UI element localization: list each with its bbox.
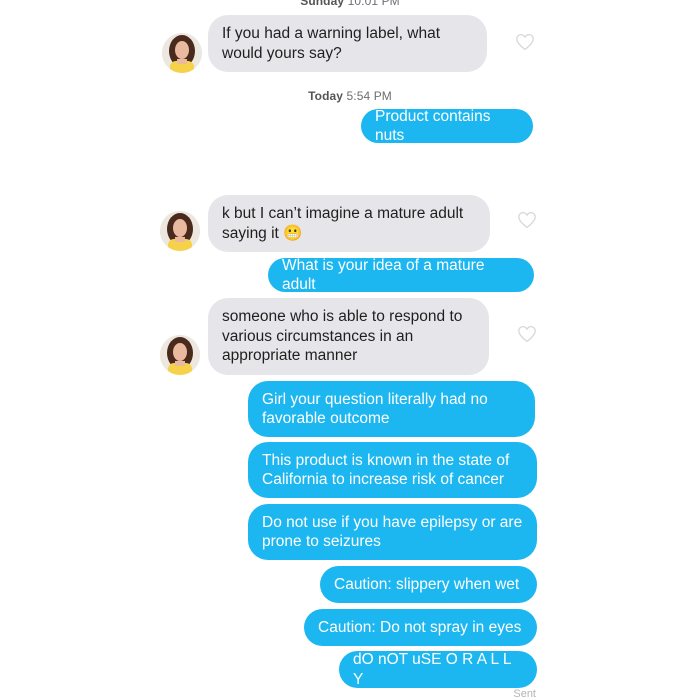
message-text: dO nOT uSE O R A L L Y <box>353 651 511 688</box>
timestamp-today: Today 5:54 PM <box>0 89 700 103</box>
sent-status: Sent <box>513 688 536 700</box>
outgoing-message: Caution: slippery when wet <box>320 566 537 603</box>
outgoing-message: Girl your question literally had no favo… <box>248 381 535 437</box>
outgoing-message: This product is known in the state of Ca… <box>248 442 537 498</box>
message-body: k but I can’t imagine a mature adult say… <box>222 205 464 242</box>
message-text: If you had a warning label, what would y… <box>222 25 440 62</box>
timestamp-sunday: Sunday 10:01 PM <box>0 0 700 8</box>
avatar-photo <box>160 211 200 251</box>
match-avatar[interactable] <box>160 211 200 251</box>
message-text: Product contains nuts <box>375 107 491 145</box>
message-text: This product is known in the state of Ca… <box>262 451 510 489</box>
incoming-message: k but I can’t imagine a mature adult say… <box>208 195 490 252</box>
outgoing-message: Product contains nuts <box>361 107 533 145</box>
outgoing-message: dO nOT uSE O R A L L Y <box>339 651 537 688</box>
message-text: k but I can’t imagine a mature adult say… <box>222 204 476 243</box>
timestamp-day: Sunday <box>300 0 345 8</box>
outgoing-message: What is your idea of a mature adult <box>268 256 534 294</box>
heart-outline-icon[interactable] <box>517 211 537 229</box>
incoming-message: If you had a warning label, what would y… <box>208 15 487 72</box>
timestamp-time: 5:54 PM <box>346 89 392 103</box>
incoming-message: someone who is able to respond to variou… <box>208 298 489 375</box>
message-text: Do not use if you have epilepsy or are p… <box>262 513 523 551</box>
match-avatar[interactable] <box>162 33 202 73</box>
outgoing-message: Caution: Do not spray in eyes <box>304 609 537 646</box>
match-avatar[interactable] <box>160 335 200 375</box>
avatar-photo <box>162 33 202 73</box>
timestamp-time: 10:01 PM <box>347 0 400 8</box>
timestamp-day: Today <box>308 89 344 103</box>
message-text: Caution: Do not spray in eyes <box>318 618 522 636</box>
heart-outline-icon[interactable] <box>517 325 537 343</box>
avatar-photo <box>160 335 200 375</box>
message-text: Girl your question literally had no favo… <box>262 390 488 428</box>
message-text: Caution: slippery when wet <box>334 575 520 593</box>
grimacing-emoji: 😬 <box>283 224 303 242</box>
message-text: someone who is able to respond to variou… <box>222 308 463 365</box>
message-text: What is your idea of a mature adult <box>282 256 485 294</box>
outgoing-message: Do not use if you have epilepsy or are p… <box>248 504 537 560</box>
heart-outline-icon[interactable] <box>515 33 535 51</box>
